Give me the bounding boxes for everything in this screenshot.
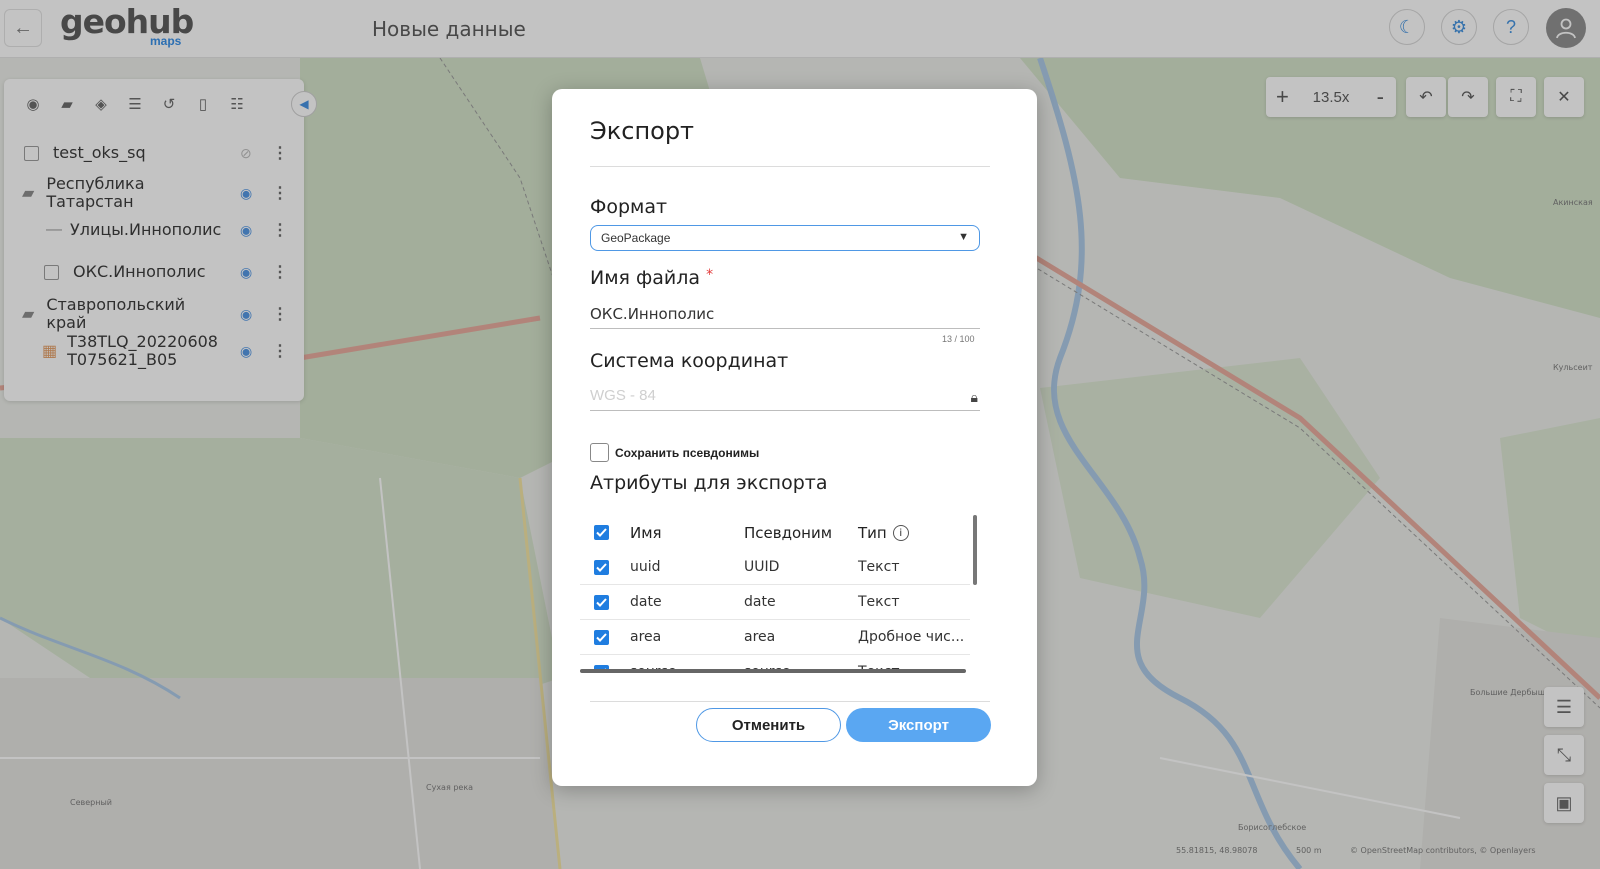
keep-aliases-row[interactable]: Сохранить псевдонимы xyxy=(590,443,759,462)
attr-name: uuid xyxy=(630,559,661,575)
lock-icon: 🔒︎ xyxy=(970,389,978,405)
keep-aliases-checkbox[interactable] xyxy=(590,443,609,462)
crs-value: WGS - 84 xyxy=(590,387,656,404)
export-button[interactable]: Экспорт xyxy=(846,708,991,742)
divider xyxy=(590,166,990,167)
crs-label: Система координат xyxy=(590,350,789,372)
table-row: area area Дробное чис... xyxy=(580,620,970,655)
format-label: Формат xyxy=(590,196,668,218)
chevron-down-icon: ▼ xyxy=(958,231,969,243)
row-checkbox[interactable] xyxy=(594,594,609,610)
filename-value: ОКС.Иннополис xyxy=(590,305,715,323)
format-value: GeoPackage xyxy=(601,231,671,245)
row-checkbox[interactable] xyxy=(594,629,609,645)
row-checkbox[interactable] xyxy=(594,559,609,575)
attributes-table: Имя Псевдоним Тип i uuid UUID Текст date … xyxy=(580,515,980,673)
check-icon xyxy=(596,632,607,642)
crs-input: WGS - 84 🔒︎ xyxy=(590,387,980,411)
column-type-header: Тип i xyxy=(858,524,909,542)
info-icon[interactable]: i xyxy=(892,525,909,541)
attr-alias[interactable]: area xyxy=(744,629,775,645)
attr-type: Дробное чис... xyxy=(858,629,965,645)
attr-type: Текст xyxy=(858,594,900,610)
keep-aliases-label: Сохранить псевдонимы xyxy=(615,445,760,460)
horizontal-scrollbar[interactable] xyxy=(580,669,966,673)
check-icon xyxy=(596,562,607,572)
filename-label: Имя файла * xyxy=(590,267,714,289)
required-marker: * xyxy=(706,267,714,283)
attributes-label: Атрибуты для экспорта xyxy=(590,472,828,494)
export-dialog: Экспорт Формат GeoPackage ▼ Имя файла * … xyxy=(552,89,1037,786)
check-icon xyxy=(596,528,607,537)
table-row: date date Текст xyxy=(580,585,970,620)
cancel-button[interactable]: Отменить xyxy=(696,708,841,742)
divider xyxy=(590,701,990,702)
attr-name: area xyxy=(630,629,662,645)
attr-alias[interactable]: UUID xyxy=(744,559,779,575)
select-all-checkbox[interactable] xyxy=(594,525,609,540)
check-icon xyxy=(596,597,607,607)
table-header-row: Имя Псевдоним Тип i xyxy=(580,515,970,550)
vertical-scrollbar[interactable] xyxy=(973,515,977,585)
attr-alias[interactable]: date xyxy=(744,594,776,610)
format-select[interactable]: GeoPackage ▼ xyxy=(590,225,980,251)
filename-input[interactable]: ОКС.Иннополис xyxy=(590,305,980,329)
column-alias-header: Псевдоним xyxy=(744,523,833,542)
attr-name: date xyxy=(630,594,662,610)
column-name-header: Имя xyxy=(630,523,662,542)
attr-type: Текст xyxy=(858,559,900,575)
table-row: uuid UUID Текст xyxy=(580,550,970,585)
dialog-title: Экспорт xyxy=(590,117,695,145)
char-counter: 13 / 100 xyxy=(942,334,975,344)
